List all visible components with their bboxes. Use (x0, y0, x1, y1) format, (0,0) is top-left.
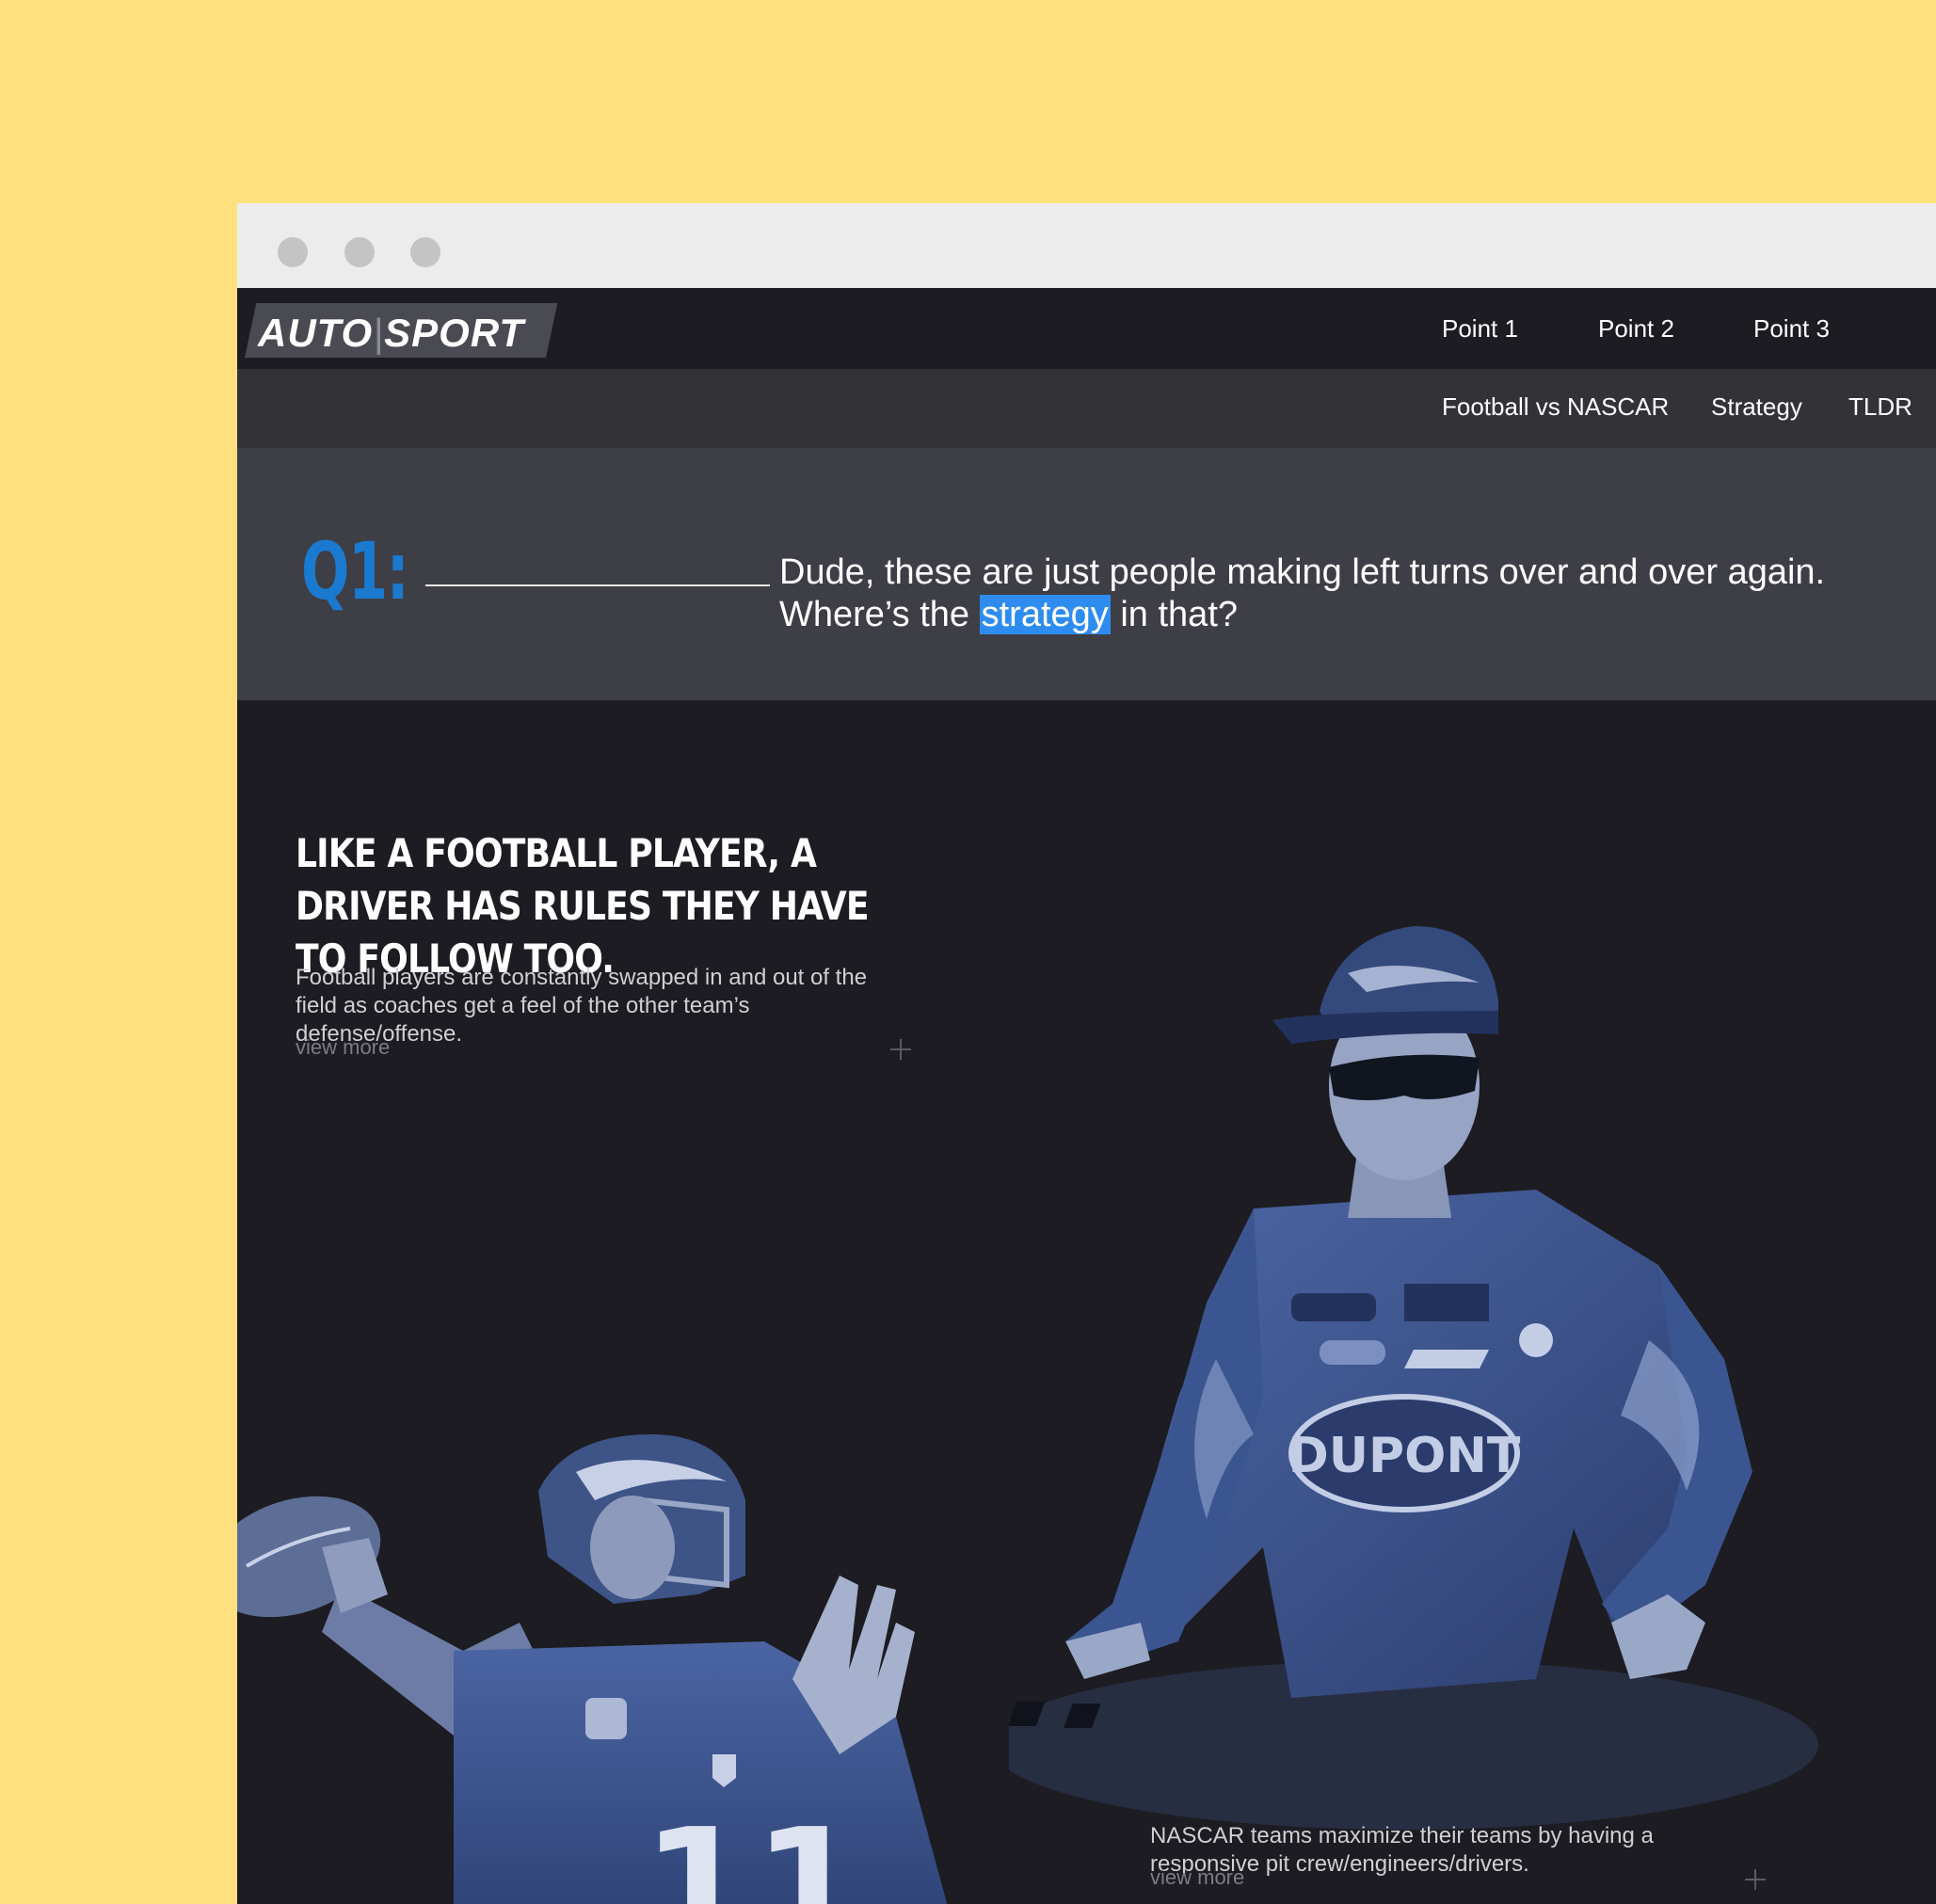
question-text-after: in that? (1110, 595, 1239, 634)
browser-window: AUTO|SPORT Point 1 Point 2 Point 3 Footb… (237, 203, 1936, 1904)
question-highlight: strategy (979, 595, 1111, 634)
window-close-button[interactable] (278, 237, 308, 267)
nav-point-2[interactable]: Point 2 (1598, 314, 1674, 344)
logo-separator: | (373, 311, 385, 355)
question-text: Dude, these are just people making left … (779, 552, 1918, 636)
sub-navigation: Football vs NASCAR Strategy TLDR (237, 369, 1936, 448)
window-minimize-button[interactable] (344, 237, 375, 267)
question-divider-line (425, 584, 770, 586)
browser-titlebar (237, 203, 1936, 288)
site-logo[interactable]: AUTO|SPORT (258, 311, 524, 356)
top-navigation: AUTO|SPORT Point 1 Point 2 Point 3 (237, 288, 1936, 369)
window-maximize-button[interactable] (410, 237, 440, 267)
nav-point-3[interactable]: Point 3 (1753, 314, 1830, 344)
football-expand-plus-icon[interactable] (890, 1039, 911, 1060)
nav-point-1[interactable]: Point 1 (1442, 314, 1518, 344)
subnav-football-vs-nascar[interactable]: Football vs NASCAR (1442, 392, 1669, 422)
svg-text:DUPONT: DUPONT (1288, 1428, 1521, 1484)
logo-part-sport: SPORT (384, 311, 525, 355)
nascar-view-more-link[interactable]: view more (1150, 1865, 1244, 1890)
logo-part-auto: AUTO (258, 311, 374, 355)
nascar-expand-plus-icon[interactable] (1745, 1869, 1766, 1890)
football-player-photo: 11 (237, 1434, 948, 1904)
question-banner: Q1: Dude, these are just people making l… (237, 448, 1936, 700)
subnav-tldr[interactable]: TLDR (1848, 392, 1912, 422)
svg-text:11: 11 (642, 1795, 865, 1904)
section-headline: Like a football player, a driver has rul… (296, 829, 870, 982)
subnav-strategy[interactable]: Strategy (1711, 392, 1802, 422)
question-label: Q1: (301, 525, 409, 617)
driver-photo: DUPONT (1009, 926, 1818, 1830)
question-text-before: Dude, these are just people making left … (779, 552, 1826, 634)
football-view-more-link[interactable]: view more (296, 1035, 390, 1060)
comparison-section: DUPONT 11 LIKE A FOOTBALL PLAYER, A DRIV… (237, 700, 1936, 1904)
